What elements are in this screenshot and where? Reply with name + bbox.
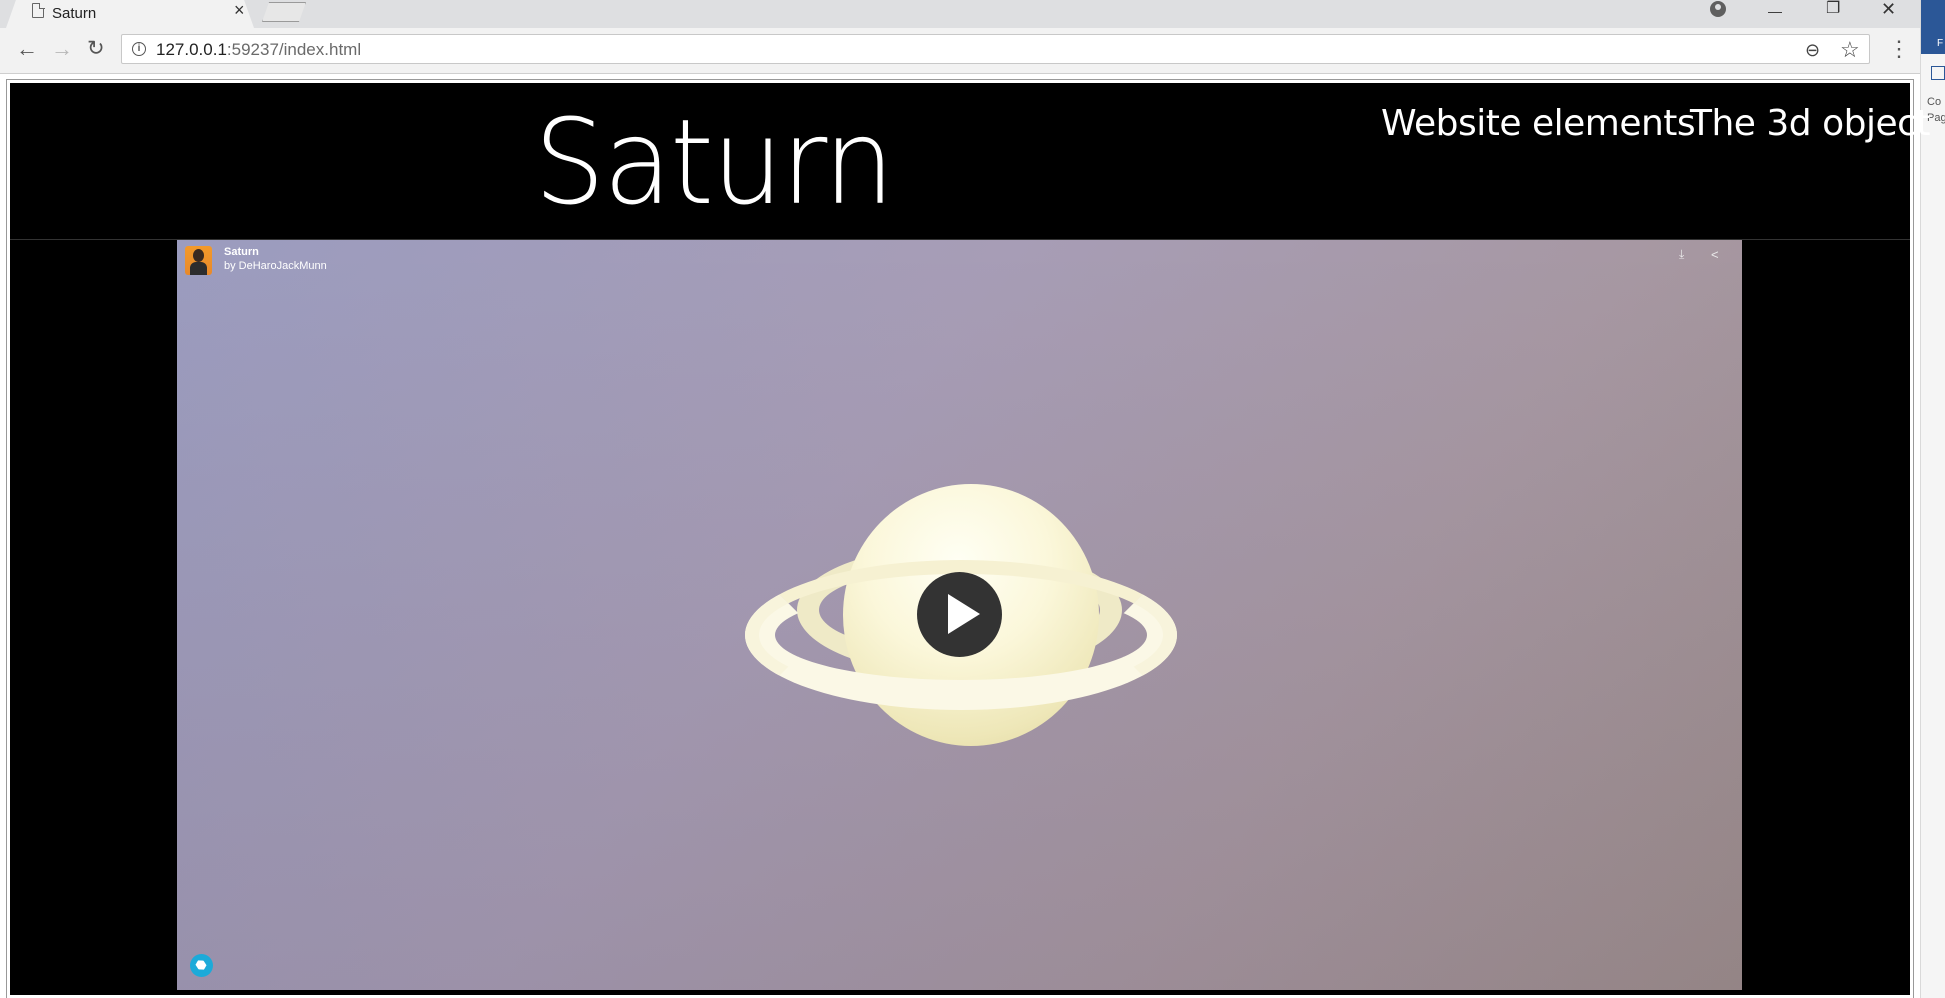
3d-model-viewer[interactable]: Saturn by DeHaroJackMunn ⤓ <	[177, 240, 1742, 990]
close-window-icon[interactable]: ✕	[1881, 0, 1896, 18]
bookmark-star-icon[interactable]: ☆	[1840, 37, 1860, 63]
reload-icon[interactable]: ↻	[87, 38, 105, 60]
page-icon	[32, 2, 45, 18]
side-application: F Co Pag	[1920, 0, 1945, 998]
tab-strip: Saturn × — ❐ ✕	[0, 0, 1920, 28]
play-button[interactable]	[917, 572, 1002, 657]
address-bar[interactable]: i 127.0.0.1:59237/index.html ⊖ ☆	[121, 34, 1870, 64]
nav-link-3d-object[interactable]: The 3d object	[1690, 103, 1931, 144]
tab-close-icon[interactable]: ×	[234, 1, 245, 19]
minimize-icon[interactable]: —	[1768, 2, 1782, 20]
share-icon[interactable]: <	[1711, 248, 1719, 261]
avatar-body	[190, 262, 207, 275]
document-icon[interactable]	[1931, 66, 1945, 80]
model-author[interactable]: by DeHaroJackMunn	[224, 260, 327, 272]
side-app-ribbon: F	[1921, 0, 1945, 54]
forward-arrow-icon[interactable]: →	[51, 38, 73, 60]
tab-title: Saturn	[52, 5, 97, 22]
viewer-brand-icon[interactable]	[190, 954, 213, 977]
restore-icon[interactable]: ❐	[1826, 0, 1840, 18]
zoom-icon[interactable]: ⊖	[1805, 40, 1820, 61]
back-arrow-icon[interactable]: ←	[16, 38, 38, 60]
side-app-ribbon-text: F	[1937, 38, 1944, 49]
author-avatar[interactable]	[185, 246, 212, 275]
browser-menu-icon[interactable]: ⋮	[1888, 38, 1910, 60]
download-icon[interactable]: ⤓	[1679, 248, 1693, 262]
browser-tab[interactable]: Saturn ×	[6, 0, 254, 28]
new-tab-button[interactable]	[262, 2, 306, 22]
browser-toolbar: ← → ↻ i 127.0.0.1:59237/index.html ⊖ ☆ ⋮	[0, 28, 1920, 74]
model-title[interactable]: Saturn	[224, 246, 259, 258]
page-content: Saturn Website elements The 3d object Sa…	[6, 79, 1931, 998]
info-icon[interactable]: i	[132, 42, 146, 56]
avatar-head	[193, 249, 204, 262]
site-title: Saturn	[534, 93, 895, 231]
profile-icon[interactable]	[1710, 1, 1726, 17]
url-text: 127.0.0.1:59237/index.html	[156, 40, 362, 59]
nav-link-website-elements[interactable]: Website elements	[1381, 103, 1696, 144]
